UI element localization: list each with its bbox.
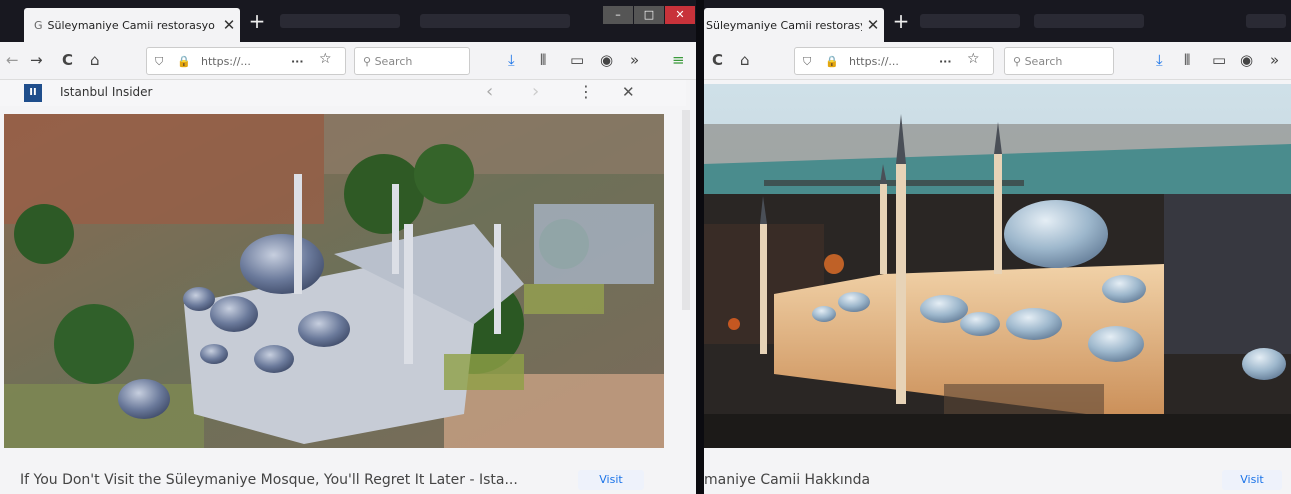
visit-button[interactable]: Visit <box>1222 470 1282 490</box>
shield-icon: ⛉ <box>155 55 164 68</box>
tab-title: Süleymaniye Camii restorasyo <box>706 18 862 32</box>
right-browser-window: Süleymaniye Camii restorasyo ✕ + C ⌂ ⛉ 🔒… <box>704 0 1291 494</box>
nav-toolbar: ← → C ⌂ ⛉ 🔒 https://... ··· ☆ ⚲ Search ⤓… <box>0 42 696 80</box>
home-icon[interactable]: ⌂ <box>90 51 100 69</box>
window-controls: – □ ✕ <box>602 6 695 26</box>
blurred-tab <box>920 14 1020 28</box>
sidebar-icon[interactable]: ▭ <box>1212 51 1226 69</box>
mosque-aerial-photo[interactable] <box>4 114 664 448</box>
bookmark-star-icon[interactable]: ☆ <box>967 51 980 67</box>
tab-suleymaniye[interactable]: G Süleymaniye Camii restorasyo ✕ <box>24 8 240 42</box>
lock-icon: 🔒 <box>825 55 839 68</box>
google-icon: G <box>34 18 43 32</box>
window-divider <box>696 0 704 494</box>
tab-title: Süleymaniye Camii restorasyo <box>47 18 215 32</box>
site-name-link[interactable]: Istanbul Insider <box>60 85 153 99</box>
close-window-button[interactable]: ✕ <box>665 6 695 24</box>
tab-suleymaniye[interactable]: Süleymaniye Camii restorasyo ✕ <box>704 8 884 42</box>
lock-icon: 🔒 <box>177 55 191 68</box>
download-icon[interactable]: ⤓ <box>508 51 515 69</box>
blurred-window-controls <box>1246 14 1286 28</box>
new-tab-button[interactable]: + <box>246 10 268 32</box>
previous-image-icon[interactable]: ‹ <box>486 81 493 102</box>
url-text: https://... <box>201 55 251 68</box>
new-tab-button[interactable]: + <box>890 10 912 32</box>
forward-icon[interactable]: → <box>30 51 43 69</box>
reload-icon[interactable]: C <box>712 51 723 69</box>
blurred-tab <box>420 14 570 28</box>
more-options-icon[interactable]: ⋮ <box>578 82 594 101</box>
maximize-button[interactable]: □ <box>634 6 664 24</box>
close-tab-icon[interactable]: ✕ <box>218 16 240 34</box>
library-icon[interactable]: ⫴ <box>540 51 546 69</box>
bookmark-star-icon[interactable]: ☆ <box>319 51 332 67</box>
url-text: https://... <box>849 55 899 68</box>
shield-icon: ⛉ <box>803 55 812 68</box>
library-icon[interactable]: ⫴ <box>1184 51 1190 69</box>
close-viewer-icon[interactable]: ✕ <box>622 83 635 101</box>
image-caption[interactable]: maniye Camii Hakkında <box>704 472 870 488</box>
download-icon[interactable]: ⤓ <box>1156 51 1163 69</box>
site-logo-icon: II <box>24 84 42 102</box>
reload-icon[interactable]: C <box>62 51 73 69</box>
url-bar[interactable]: ⛉ 🔒 https://... ··· ☆ <box>794 47 994 75</box>
search-input[interactable]: ⚲ Search <box>1004 47 1114 75</box>
image-viewer-header: II Istanbul Insider ‹ › ⋮ ✕ <box>0 80 686 106</box>
overflow-icon[interactable]: » <box>1270 51 1279 69</box>
menu-icon[interactable]: ≡ <box>672 51 685 69</box>
blurred-tab <box>280 14 400 28</box>
home-icon[interactable]: ⌂ <box>740 51 750 69</box>
visit-button[interactable]: Visit <box>578 470 644 490</box>
left-browser-window: G Süleymaniye Camii restorasyo ✕ + – □ ✕… <box>0 0 696 494</box>
mosque-day-image <box>4 114 664 448</box>
sidebar-icon[interactable]: ▭ <box>570 51 584 69</box>
search-placeholder: Search <box>374 55 413 68</box>
next-image-icon[interactable]: › <box>532 81 539 102</box>
mosque-dusk-image <box>704 84 1291 448</box>
nav-toolbar: C ⌂ ⛉ 🔒 https://... ··· ☆ ⚲ Search ⤓ ⫴ ▭… <box>704 42 1291 80</box>
minimize-button[interactable]: – <box>603 6 633 24</box>
search-icon: ⚲ <box>1013 55 1022 68</box>
search-icon: ⚲ <box>363 55 372 68</box>
mosque-dusk-photo[interactable] <box>704 84 1291 448</box>
search-input[interactable]: ⚲ Search <box>354 47 470 75</box>
image-caption[interactable]: If You Don't Visit the Süleymaniye Mosqu… <box>20 472 518 488</box>
url-bar[interactable]: ⛉ 🔒 https://... ··· ☆ <box>146 47 346 75</box>
tab-strip: Süleymaniye Camii restorasyo ✕ + <box>704 0 1291 42</box>
search-placeholder: Search <box>1024 55 1063 68</box>
close-tab-icon[interactable]: ✕ <box>862 16 884 34</box>
scrollbar[interactable] <box>682 110 690 310</box>
account-icon[interactable]: ◉ <box>1240 51 1253 69</box>
overflow-icon[interactable]: » <box>630 51 639 69</box>
back-icon[interactable]: ← <box>6 51 19 69</box>
tab-strip: G Süleymaniye Camii restorasyo ✕ + – □ ✕ <box>0 0 696 42</box>
page-actions-icon[interactable]: ··· <box>939 55 952 68</box>
blurred-tab <box>1034 14 1144 28</box>
account-icon[interactable]: ◉ <box>600 51 613 69</box>
page-actions-icon[interactable]: ··· <box>291 55 304 68</box>
